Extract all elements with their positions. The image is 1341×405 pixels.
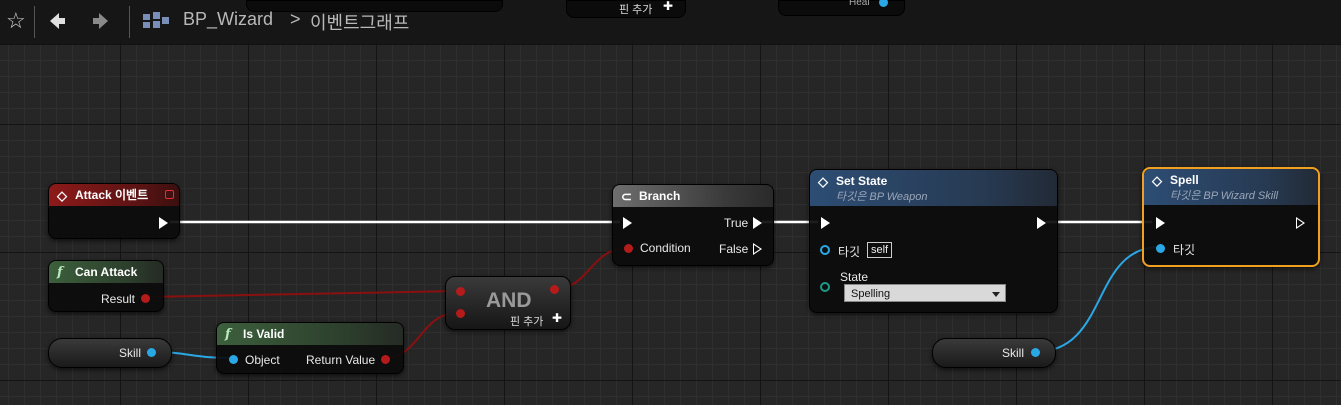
forward-arrow-icon[interactable] [90,10,112,38]
true-exec-pin[interactable] [753,217,762,229]
node-header: f Can Attack [49,261,163,283]
node-title: Spell [1170,173,1199,187]
breadcrumb-separator: > [290,9,301,29]
function-icon: f [57,265,63,280]
node-header: ◇ Spell 타깃은 BP Wizard Skill [1144,169,1318,205]
state-pin[interactable] [820,282,830,292]
node-title: Is Valid [243,327,285,341]
condition-pin-label: Condition [640,241,691,255]
attack-event-node[interactable]: ◇ Attack 이벤트 [48,183,180,239]
true-pin-label: True [724,216,749,230]
background-node-heal: Heal [778,0,905,16]
bool-wire-canattack-and [145,290,459,298]
exec-out-pin[interactable] [1296,217,1305,229]
toolbar-divider [34,6,35,38]
function-icon: f [225,327,231,342]
result-pin[interactable] [141,294,150,303]
state-pin-label: State [840,270,869,284]
target-pin-label: 타깃 [838,245,861,259]
and-input-pin-b[interactable] [456,309,465,318]
background-node-add-pin: 핀 추가 ✚ [566,0,686,18]
set-state-node[interactable]: ◇ Set State 타깃은 BP Weapon 타깃 self State … [809,169,1058,313]
state-dropdown-value: Spelling [851,288,891,300]
can-attack-node[interactable]: f Can Attack Result [48,260,164,312]
target-pin-label: 타깃 [1173,243,1196,257]
breadcrumb-blueprint[interactable]: BP_Wizard [183,9,273,30]
return-value-pin[interactable] [381,355,390,364]
node-title: Branch [639,189,681,203]
branch-node[interactable]: ⊂ Branch True Condition False [612,184,774,266]
target-self-value[interactable]: self [867,242,893,258]
blueprint-graph-icon [143,12,169,36]
breadcrumb-graph[interactable]: 이벤트그래프 [310,9,409,35]
target-pin[interactable] [1156,244,1165,253]
node-title: Set State [836,174,888,188]
return-value-pin-label: Return Value [306,353,376,367]
back-arrow-icon[interactable] [46,10,68,38]
star-icon[interactable]: ☆ [6,8,26,34]
skill-output-pin[interactable] [1031,348,1040,357]
toolbar-divider [129,6,130,38]
branch-icon: ⊂ [621,189,632,204]
variable-label: Skill [119,346,142,360]
and-node[interactable]: AND 핀 추가 ✚ [445,276,571,330]
event-delegate-pin[interactable] [165,190,174,199]
spell-node[interactable]: ◇ Spell 타깃은 BP Wizard Skill 타깃 [1142,167,1320,267]
object-input-pin[interactable] [229,355,238,364]
variable-label: Skill [1002,346,1025,360]
heal-pin-label: Heal [849,0,870,8]
result-pin-label: Result [101,292,136,306]
and-output-pin[interactable] [550,285,559,294]
node-header: ◇ Set State 타깃은 BP Weapon [810,170,1057,206]
node-title: Can Attack [75,265,138,279]
node-header: ◇ Attack 이벤트 [49,184,179,206]
graph-toolbar: 핀 추가 ✚ Heal ☆ BP_Wizard > 이벤트그래프 [0,0,1341,45]
skill-variable-node[interactable]: Skill [932,338,1056,368]
target-pin[interactable] [820,245,830,255]
add-pin-label: 핀 추가 [619,4,653,16]
function-diamond-icon: ◇ [818,174,828,189]
node-subtitle: 타깃은 BP Weapon [836,191,928,203]
plus-icon[interactable]: ✚ [552,311,562,325]
exec-in-pin[interactable] [623,217,632,229]
node-header: ⊂ Branch [613,185,773,207]
skill-variable-node[interactable]: Skill [48,338,172,368]
node-title: Attack 이벤트 [75,188,149,202]
heal-pin[interactable] [879,0,888,7]
function-diamond-icon: ◇ [1152,173,1162,188]
exec-out-pin[interactable] [1037,217,1046,229]
plus-icon: ✚ [663,0,674,13]
add-pin-label[interactable]: 핀 추가 [510,313,543,329]
event-diamond-icon: ◇ [57,188,67,203]
exec-in-pin[interactable] [1156,217,1165,229]
and-input-pin-a[interactable] [456,287,465,296]
false-pin-label: False [719,242,749,256]
exec-in-pin[interactable] [821,217,830,229]
is-valid-node[interactable]: f Is Valid Object Return Value [216,322,404,374]
condition-pin[interactable] [624,244,633,253]
state-dropdown[interactable]: Spelling [844,284,1006,302]
object-pin-label: Object [245,353,280,367]
skill-output-pin[interactable] [147,348,156,357]
chevron-down-icon [992,292,1000,297]
node-header: f Is Valid [217,323,403,345]
node-subtitle: 타깃은 BP Wizard Skill [1170,190,1279,202]
false-exec-pin[interactable] [753,243,762,255]
exec-out-pin[interactable] [159,217,168,229]
node-title: AND [486,289,532,312]
